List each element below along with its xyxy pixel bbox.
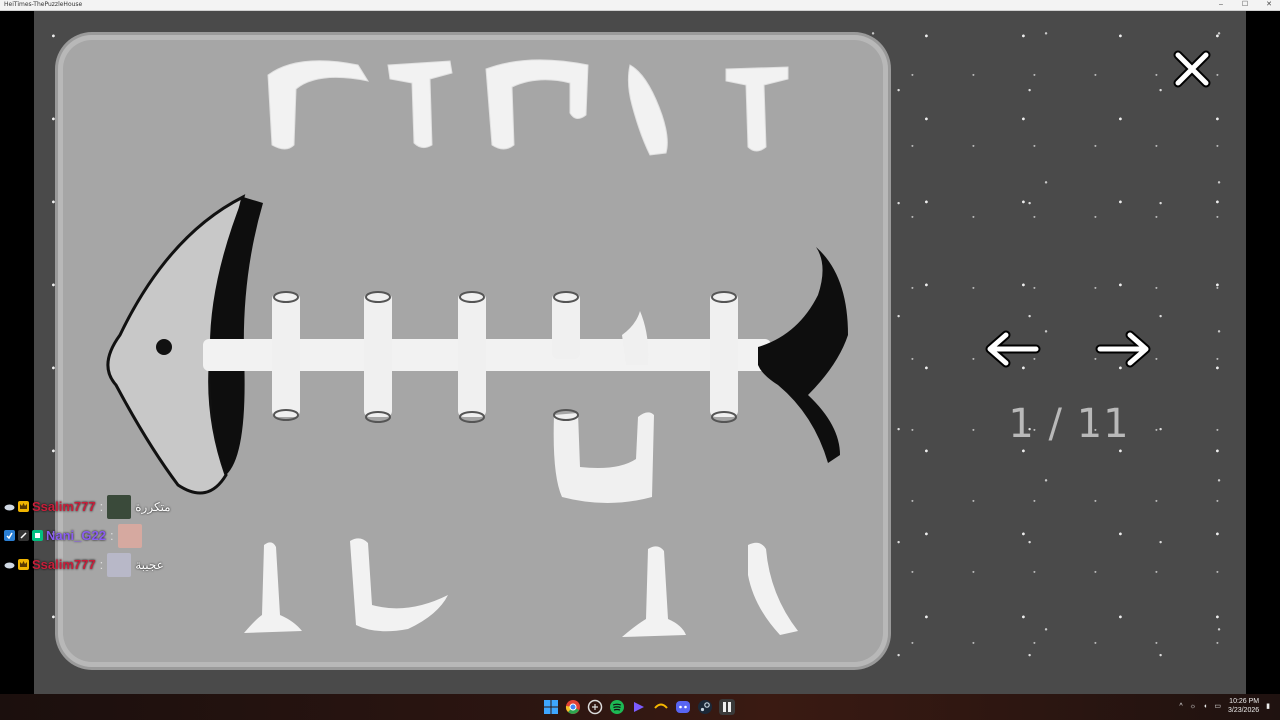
windows-start-icon[interactable] bbox=[543, 699, 559, 715]
fish-puzzle-drawing bbox=[106, 59, 848, 637]
arrow-app-icon[interactable] bbox=[631, 699, 647, 715]
game-viewport: 1 / 11 bbox=[34, 11, 1246, 694]
arrow-left-icon bbox=[985, 330, 1041, 368]
window-title: HeiTimes-ThePuzzleHouse bbox=[4, 1, 83, 8]
chat-message: Nani_G22 : bbox=[4, 521, 171, 550]
notification-icon[interactable]: ▮ bbox=[1266, 702, 1270, 710]
chat-text: عجيبة bbox=[135, 557, 164, 572]
window-close-button[interactable]: ✕ bbox=[1264, 0, 1274, 10]
app-icon[interactable] bbox=[653, 699, 669, 715]
steam-icon[interactable] bbox=[697, 699, 713, 715]
avatar bbox=[117, 523, 142, 548]
clock-date: 3/23/2026 bbox=[1227, 707, 1260, 714]
next-page-button[interactable] bbox=[1094, 329, 1154, 369]
chat-message: Ssalim777 : عجيبة bbox=[4, 550, 171, 579]
stream-chat-overlay: Ssalim777 : متكررة Nani_G22 : Ssalim777 … bbox=[4, 492, 171, 579]
verified-badge-icon bbox=[4, 530, 15, 541]
arrow-right-icon bbox=[1095, 330, 1151, 368]
ribs bbox=[272, 293, 738, 503]
taskbar-clock[interactable]: 10:26 PM 3/23/2026 bbox=[1228, 697, 1259, 715]
gamepad-badge-icon bbox=[32, 530, 43, 541]
tool-badge-icon bbox=[18, 530, 29, 541]
brightness-icon[interactable]: ☼ bbox=[1190, 703, 1196, 710]
crown-badge-icon bbox=[18, 559, 29, 570]
chrome-icon[interactable] bbox=[565, 699, 581, 715]
top-glyphs bbox=[267, 59, 789, 156]
chat-username: Ssalim777 bbox=[32, 499, 96, 514]
avatar bbox=[107, 552, 132, 577]
spotify-icon[interactable] bbox=[609, 699, 625, 715]
windows-taskbar: ^ ☼ ◖ ▭ 10:26 PM 3/23/2026 ▮ bbox=[0, 694, 1280, 720]
cloud-badge-icon bbox=[4, 562, 15, 569]
clock-time: 10:26 PM bbox=[1229, 698, 1260, 705]
close-button[interactable] bbox=[1172, 49, 1212, 89]
avatar bbox=[107, 494, 132, 519]
stone-tablet bbox=[58, 35, 888, 667]
chat-separator: : bbox=[99, 557, 104, 572]
chat-text: متكررة bbox=[135, 499, 171, 514]
app-icon[interactable] bbox=[719, 699, 735, 715]
window-title-bar: HeiTimes-ThePuzzleHouse – ☐ ✕ bbox=[0, 0, 1280, 11]
chat-message: Ssalim777 : متكررة bbox=[4, 492, 171, 521]
maximize-button[interactable]: ☐ bbox=[1240, 0, 1250, 10]
chat-username: Nani_G22 bbox=[46, 528, 106, 543]
minimize-button[interactable]: – bbox=[1216, 0, 1226, 10]
network-icon[interactable]: ▭ bbox=[1214, 702, 1221, 710]
bottom-glyphs bbox=[244, 538, 798, 637]
chat-separator: : bbox=[99, 499, 104, 514]
chevron-up-icon[interactable]: ^ bbox=[1179, 703, 1182, 710]
prev-page-button[interactable] bbox=[982, 329, 1042, 369]
cloud-badge-icon bbox=[4, 504, 15, 511]
page-counter: 1 / 11 bbox=[1008, 401, 1130, 447]
crown-badge-icon bbox=[18, 501, 29, 512]
discord-icon[interactable] bbox=[675, 699, 691, 715]
close-x-icon bbox=[1173, 50, 1211, 88]
chat-username: Ssalim777 bbox=[32, 557, 96, 572]
chat-separator: : bbox=[109, 528, 114, 543]
speaker-icon[interactable]: ◖ bbox=[1203, 703, 1207, 710]
app-icon[interactable] bbox=[587, 699, 603, 715]
